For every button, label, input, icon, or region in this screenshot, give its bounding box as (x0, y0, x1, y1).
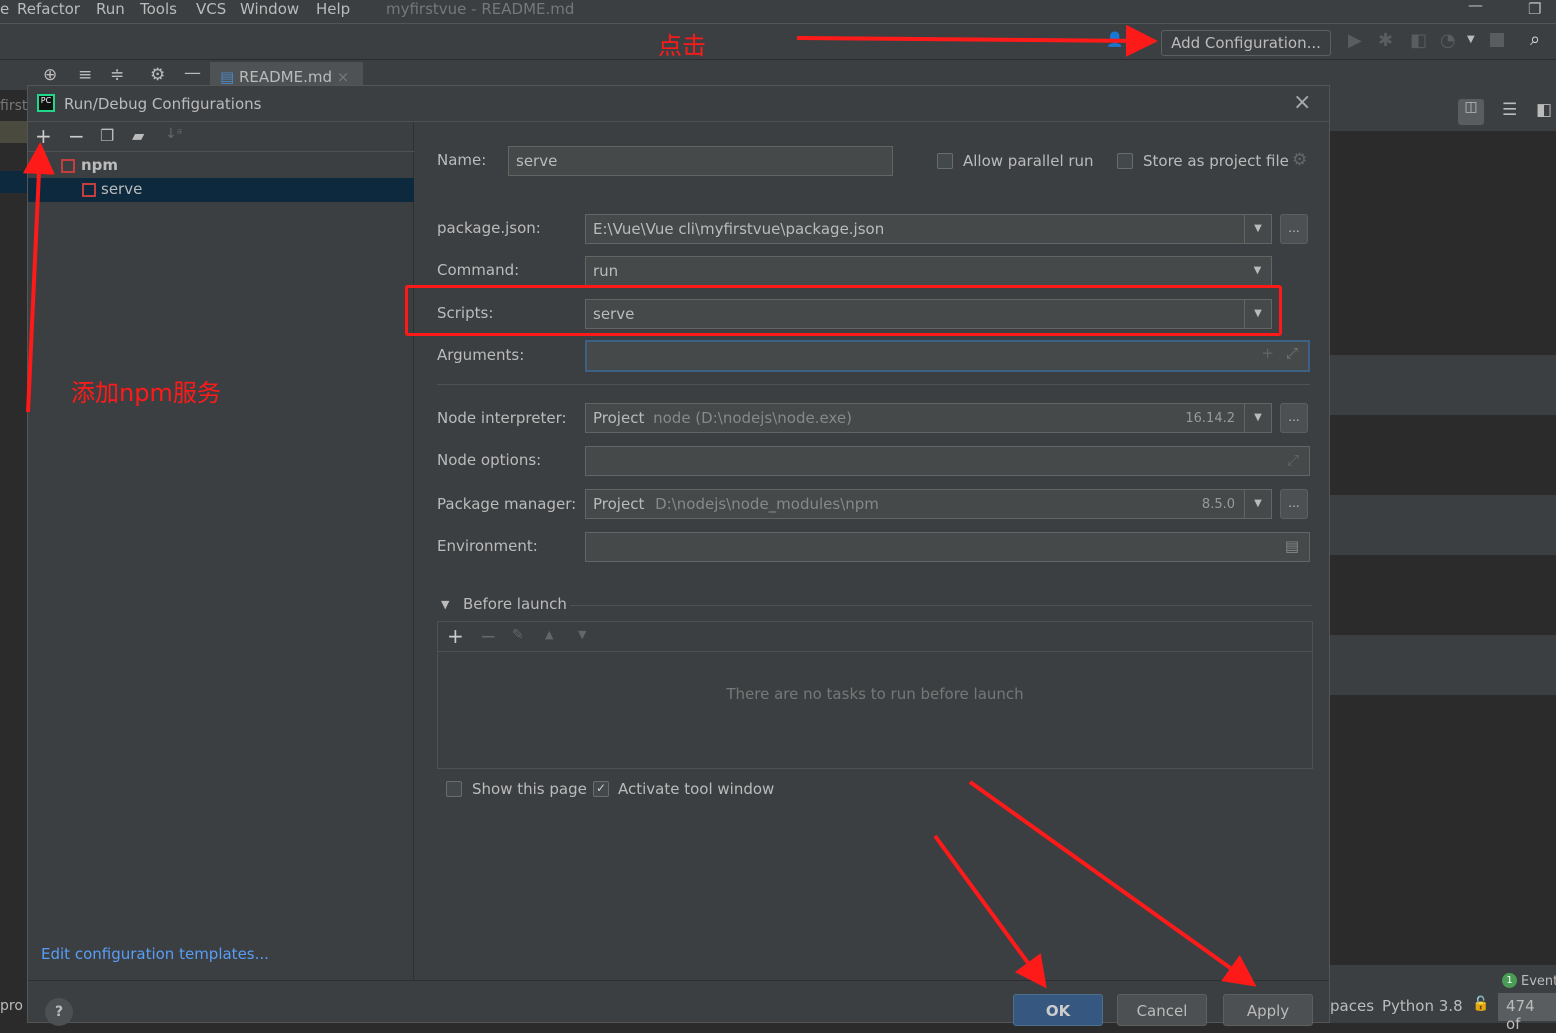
annotation-arrows (22, 24, 1257, 989)
arrow-to-ok (933, 834, 1047, 989)
arrow-to-add-config (796, 24, 1158, 57)
arrow-to-add-button (22, 142, 55, 413)
arrow-to-apply (968, 780, 1257, 987)
